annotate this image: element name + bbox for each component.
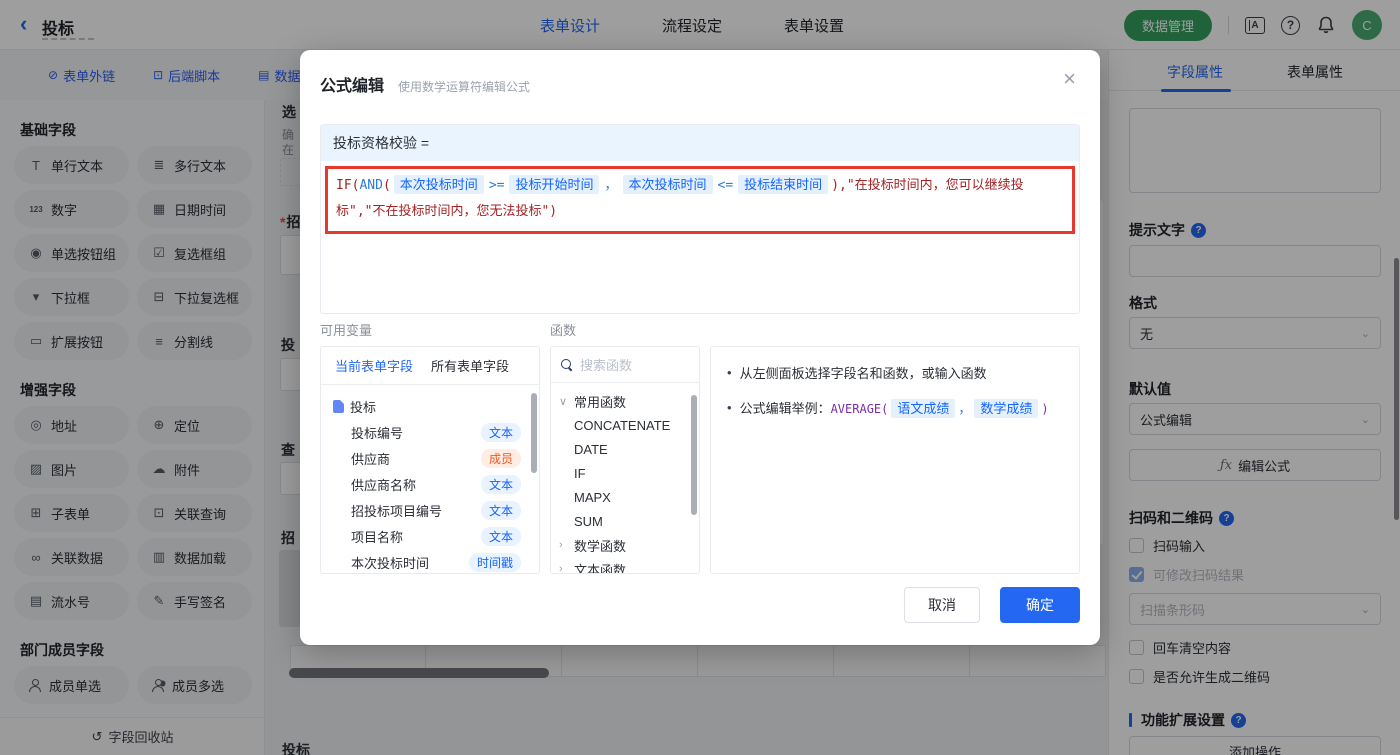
variable-row-供应商[interactable]: 供应商 成员 bbox=[333, 445, 529, 471]
function-group-数学函数[interactable]: › 数学函数 bbox=[559, 533, 699, 557]
modal-header: 公式编辑 使用数学运算符编辑公式 × bbox=[300, 50, 1100, 96]
variable-row-本次投标时间[interactable]: 本次投标时间 时间戳 bbox=[333, 549, 529, 573]
function-group-文本函数[interactable]: › 文本函数 bbox=[559, 557, 699, 574]
type-badge: 文本 bbox=[480, 500, 521, 520]
variables-label: 可用变量 bbox=[320, 323, 373, 338]
variables-tree: 投标 投标编号 文本 供应商 成员 供应商名称 文本 招投标项目编号 文本 项目名称 文本 本次投标… bbox=[321, 385, 539, 573]
form-icon bbox=[333, 399, 344, 413]
tip-line-1: • 从左侧面板选择字段名和函数，或输入函数 bbox=[711, 347, 1079, 382]
tip-example-prefix: 公式编辑举例： bbox=[739, 401, 831, 416]
functions-scrollbar[interactable] bbox=[691, 395, 697, 515]
functions-pane: 搜索函数 ∨ 常用函数 CONCATENATE DATE IF MAPX SUM › 数学函数 ›… bbox=[550, 346, 700, 574]
formula-edit-modal: 公式编辑 使用数学运算符编辑公式 × 投标资格校验 = IF(AND(本次投标时… bbox=[300, 50, 1100, 645]
formula-expression[interactable]: IF(AND(本次投标时间 >= 投标开始时间，本次投标时间 <= 投标结束时间),"在… bbox=[325, 166, 1075, 234]
field-chip-本次投标时间[interactable]: 本次投标时间 bbox=[393, 175, 484, 194]
search-icon bbox=[561, 358, 573, 371]
variables-pane: 当前表单字段 所有表单字段 投标 投标编号 文本 供应商 成员 供应商名称 文本 招投标项目… bbox=[320, 346, 540, 574]
function-item-DATE[interactable]: DATE bbox=[559, 437, 699, 461]
function-group-label: 常用函数 bbox=[574, 394, 627, 410]
variable-row-项目名称[interactable]: 项目名称 文本 bbox=[333, 523, 529, 549]
bullet-icon: • bbox=[727, 400, 732, 415]
variable-name: 供应商名称 bbox=[351, 477, 417, 493]
confirm-button[interactable]: 确定 bbox=[1000, 587, 1080, 623]
cancel-button[interactable]: 取消 bbox=[904, 587, 980, 623]
functions-label: 函数 bbox=[550, 323, 577, 338]
modal-subtitle: 使用数学运算符编辑公式 bbox=[398, 80, 531, 94]
tip-example: 公式编辑举例：AVERAGE(语文成绩，数学成绩) bbox=[739, 398, 1049, 418]
chevron-right-icon: › bbox=[559, 563, 563, 574]
formula-input-area[interactable]: IF(AND(本次投标时间 >= 投标开始时间，本次投标时间 <= 投标结束时间),"在… bbox=[321, 166, 1079, 313]
formula-target-field: 投标资格校验 = bbox=[321, 125, 1079, 161]
variable-name: 投标编号 bbox=[351, 425, 404, 441]
field-chip-投标结束时间[interactable]: 投标结束时间 bbox=[738, 175, 829, 194]
function-item-IF[interactable]: IF bbox=[559, 461, 699, 485]
form-node[interactable]: 投标 bbox=[333, 393, 529, 419]
type-badge: 成员 bbox=[480, 448, 521, 468]
function-item-MAPX[interactable]: MAPX bbox=[559, 485, 699, 509]
type-badge: 文本 bbox=[480, 422, 521, 442]
variable-row-招投标项目编号[interactable]: 招投标项目编号 文本 bbox=[333, 497, 529, 523]
formula-token: ( bbox=[382, 178, 391, 193]
type-badge: 时间戳 bbox=[468, 552, 521, 572]
tip-text-1: 从左侧面板选择字段名和函数，或输入函数 bbox=[739, 366, 987, 381]
formula-field-label: 投标资格校验 = bbox=[333, 135, 430, 151]
function-list: ∨ 常用函数 CONCATENATE DATE IF MAPX SUM › 数学函数 › 文本函数 bbox=[551, 383, 699, 574]
function-search[interactable]: 搜索函数 bbox=[551, 347, 699, 383]
chevron-right-icon: › bbox=[559, 539, 563, 551]
variable-name: 供应商 bbox=[351, 451, 391, 467]
form-designer-app: ‹ 投标 表单设计 流程设定 表单设置 数据管理 A ? C ⊘ 表单外链 ⊡ 后端脚… bbox=[0, 0, 1400, 755]
variables-tabs: 当前表单字段 所有表单字段 bbox=[321, 347, 539, 385]
variable-name: 本次投标时间 bbox=[351, 555, 430, 571]
variable-row-投标编号[interactable]: 投标编号 文本 bbox=[333, 419, 529, 445]
search-placeholder: 搜索函数 bbox=[580, 358, 633, 373]
function-item-SUM[interactable]: SUM bbox=[559, 509, 699, 533]
formula-token: ， bbox=[604, 178, 618, 193]
field-chip-本次投标时间[interactable]: 本次投标时间 bbox=[622, 175, 713, 194]
function-group-label: 数学函数 bbox=[574, 538, 627, 554]
type-badge: 文本 bbox=[480, 526, 521, 546]
function-group-常用函数[interactable]: ∨ 常用函数 bbox=[559, 389, 699, 413]
type-badge: 文本 bbox=[480, 474, 521, 494]
field-chip-投标开始时间[interactable]: 投标开始时间 bbox=[509, 175, 600, 194]
formula-token: >= bbox=[488, 178, 505, 193]
tips-pane: • 从左侧面板选择字段名和函数，或输入函数 • 公式编辑举例：AVERAGE(语… bbox=[710, 346, 1080, 574]
bullet-icon: • bbox=[727, 365, 732, 380]
close-icon[interactable]: × bbox=[1063, 68, 1076, 90]
modal-title: 公式编辑 bbox=[320, 78, 385, 95]
formula-token: <= bbox=[717, 178, 734, 193]
tip-example-function: AVERAGE( bbox=[830, 402, 889, 416]
function-item-CONCATENATE[interactable]: CONCATENATE bbox=[559, 413, 699, 437]
variable-name: 项目名称 bbox=[351, 529, 404, 545]
variables-scrollbar[interactable] bbox=[531, 393, 537, 473]
tab-current-form-fields[interactable]: 当前表单字段 bbox=[335, 356, 413, 375]
formula-token: IF( bbox=[336, 178, 360, 193]
variable-name: 招投标项目编号 bbox=[351, 503, 443, 519]
formula-token: AND bbox=[359, 178, 383, 193]
tip-line-2: • 公式编辑举例：AVERAGE(语文成绩，数学成绩) bbox=[711, 382, 1079, 418]
function-group-label: 文本函数 bbox=[574, 562, 627, 574]
tip-example-close: ) bbox=[1041, 402, 1049, 416]
tab-all-form-fields[interactable]: 所有表单字段 bbox=[431, 356, 509, 375]
form-name: 投标 bbox=[350, 399, 377, 415]
tip-example-comma: ， bbox=[958, 401, 972, 416]
field-chip-语文成绩: 语文成绩 bbox=[891, 399, 956, 418]
variable-row-供应商名称[interactable]: 供应商名称 文本 bbox=[333, 471, 529, 497]
field-chip-数学成绩: 数学成绩 bbox=[974, 399, 1039, 418]
formula-editor: 投标资格校验 = IF(AND(本次投标时间 >= 投标开始时间，本次投标时间 <= 投… bbox=[320, 124, 1080, 314]
chevron-down-icon: ∨ bbox=[559, 395, 568, 408]
modal-footer: 取消 确定 bbox=[904, 587, 1080, 623]
